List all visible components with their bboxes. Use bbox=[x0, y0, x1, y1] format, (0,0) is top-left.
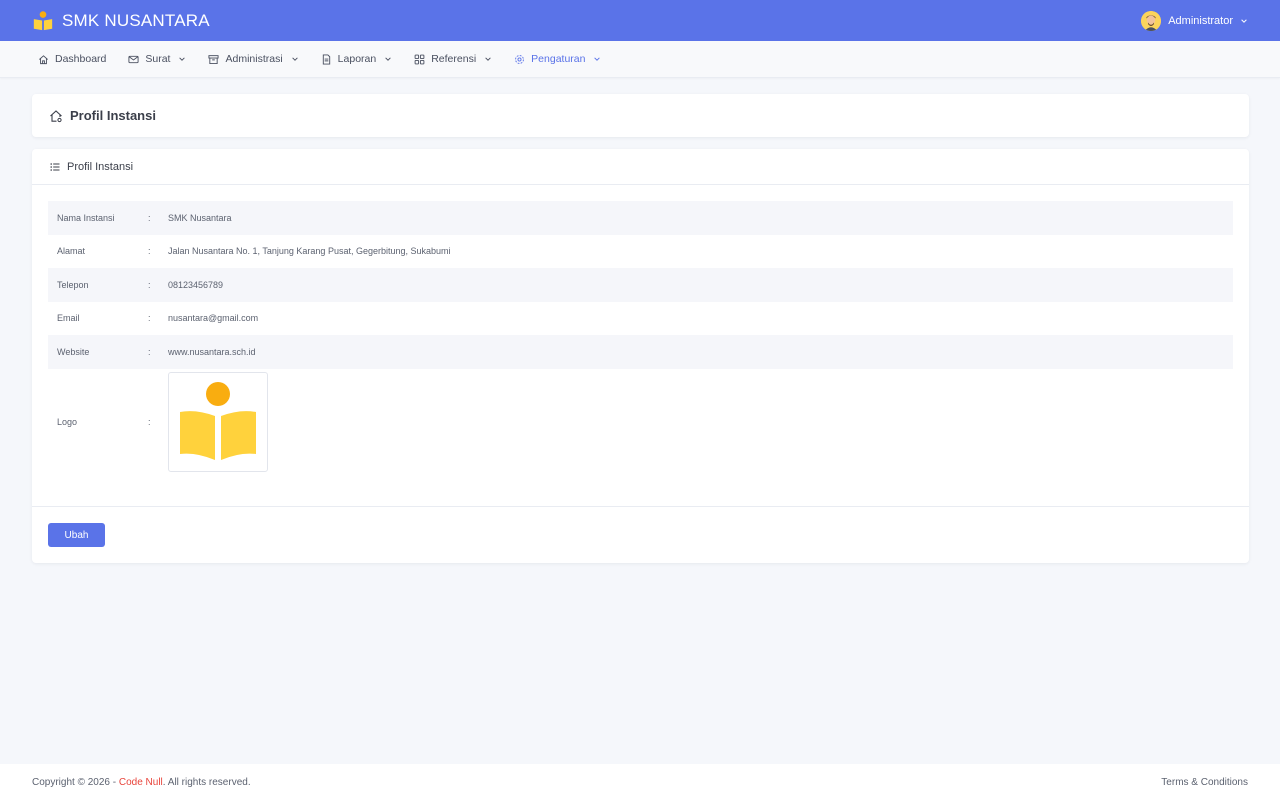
table-row: Telepon : 08123456789 bbox=[48, 268, 1233, 302]
terms-link[interactable]: Terms & Conditions bbox=[1161, 777, 1248, 788]
field-label: Website bbox=[57, 346, 90, 357]
page-title: Profil Instansi bbox=[70, 108, 156, 123]
field-label: Alamat bbox=[57, 246, 86, 257]
menu-label: Dashboard bbox=[55, 53, 107, 65]
table-row: Nama Instansi : SMK Nusantara bbox=[48, 201, 1233, 235]
card-header: Profil Instansi bbox=[32, 149, 1249, 185]
field-colon: : bbox=[148, 279, 151, 290]
table-row: Alamat : Jalan Nusantara No. 1, Tanjung … bbox=[48, 235, 1233, 269]
menu-item-referensi[interactable]: Referensi bbox=[414, 53, 492, 65]
chevron-down-icon bbox=[385, 57, 391, 61]
field-value-website: www.nusantara.sch.id bbox=[168, 346, 256, 357]
user-name: Administrator bbox=[1168, 14, 1233, 27]
archive-icon bbox=[208, 54, 220, 64]
copyright-prefix: Copyright © 2026 - bbox=[32, 776, 119, 788]
school-book-icon bbox=[33, 10, 53, 30]
chevron-down-icon bbox=[179, 57, 186, 61]
field-colon: : bbox=[148, 313, 151, 324]
home-settings-icon bbox=[50, 109, 62, 122]
card-header-title: Profil Instansi bbox=[67, 160, 134, 173]
menu-item-dashboard[interactable]: Dashboard bbox=[38, 53, 106, 65]
school-book-icon bbox=[180, 381, 256, 460]
logo-preview bbox=[168, 371, 268, 472]
mail-icon bbox=[128, 55, 139, 63]
field-label: Logo bbox=[57, 416, 78, 427]
field-value-telepon: 08123456789 bbox=[168, 279, 224, 290]
menu-label: Administrasi bbox=[225, 53, 283, 65]
field-label: Nama Instansi bbox=[57, 212, 115, 223]
avatar bbox=[1141, 10, 1162, 31]
card-footer: Ubah bbox=[32, 506, 1249, 563]
user-menu[interactable]: Administrator bbox=[1141, 10, 1248, 31]
profile-details: Nama Instansi : SMK Nusantara Alamat : J… bbox=[48, 201, 1233, 475]
document-icon bbox=[322, 53, 330, 65]
gear-icon bbox=[515, 54, 525, 64]
field-value-alamat: Jalan Nusantara No. 1, Tanjung Karang Pu… bbox=[168, 246, 451, 257]
page-footer: Copyright © 2026 - Code Null. All rights… bbox=[0, 764, 1280, 800]
field-label: Email bbox=[57, 313, 80, 324]
chevron-down-icon bbox=[594, 57, 601, 61]
edit-button[interactable]: Ubah bbox=[48, 523, 105, 547]
home-icon bbox=[39, 54, 48, 64]
copyright-suffix: . All rights reserved. bbox=[162, 776, 251, 788]
menu-label: Laporan bbox=[337, 53, 377, 65]
field-label: Telepon bbox=[57, 279, 89, 290]
table-row: Email : nusantara@gmail.com bbox=[48, 302, 1233, 336]
table-row-logo: Logo : bbox=[48, 369, 1233, 475]
brand-name: SMK NUSANTARA bbox=[62, 10, 210, 30]
list-icon bbox=[50, 162, 60, 171]
chevron-down-icon bbox=[485, 57, 491, 61]
profile-card: Profil Instansi Nama Instansi : SMK Nusa… bbox=[32, 149, 1249, 563]
copyright: Copyright © 2026 - Code Null. All rights… bbox=[32, 777, 251, 788]
menu-label: Referensi bbox=[431, 53, 477, 65]
chevron-down-icon bbox=[1241, 18, 1247, 23]
footer-brand-link[interactable]: Code Null bbox=[119, 777, 163, 788]
brand[interactable]: SMK NUSANTARA bbox=[32, 10, 210, 32]
menu-item-pengaturan[interactable]: Pengaturan bbox=[514, 53, 601, 65]
menu-item-surat[interactable]: Surat bbox=[128, 53, 186, 65]
field-value-email: nusantara@gmail.com bbox=[168, 313, 259, 324]
field-colon: : bbox=[148, 416, 151, 427]
page-title-card: Profil Instansi bbox=[32, 94, 1249, 137]
grid-icon bbox=[414, 54, 425, 64]
menu-item-administrasi[interactable]: Administrasi bbox=[208, 53, 298, 65]
main-menu: Dashboard Surat Administrasi Laporan Ref… bbox=[0, 41, 1280, 78]
table-row: Website : www.nusantara.sch.id bbox=[48, 335, 1233, 369]
field-colon: : bbox=[148, 212, 151, 223]
field-value-nama-instansi: SMK Nusantara bbox=[168, 212, 232, 223]
field-colon: : bbox=[148, 346, 151, 357]
top-navbar: SMK NUSANTARA Administrator bbox=[0, 0, 1280, 41]
field-colon: : bbox=[148, 246, 151, 257]
menu-label: Surat bbox=[145, 53, 171, 65]
chevron-down-icon bbox=[291, 57, 298, 61]
menu-item-laporan[interactable]: Laporan bbox=[321, 53, 393, 65]
menu-label: Pengaturan bbox=[531, 53, 586, 65]
